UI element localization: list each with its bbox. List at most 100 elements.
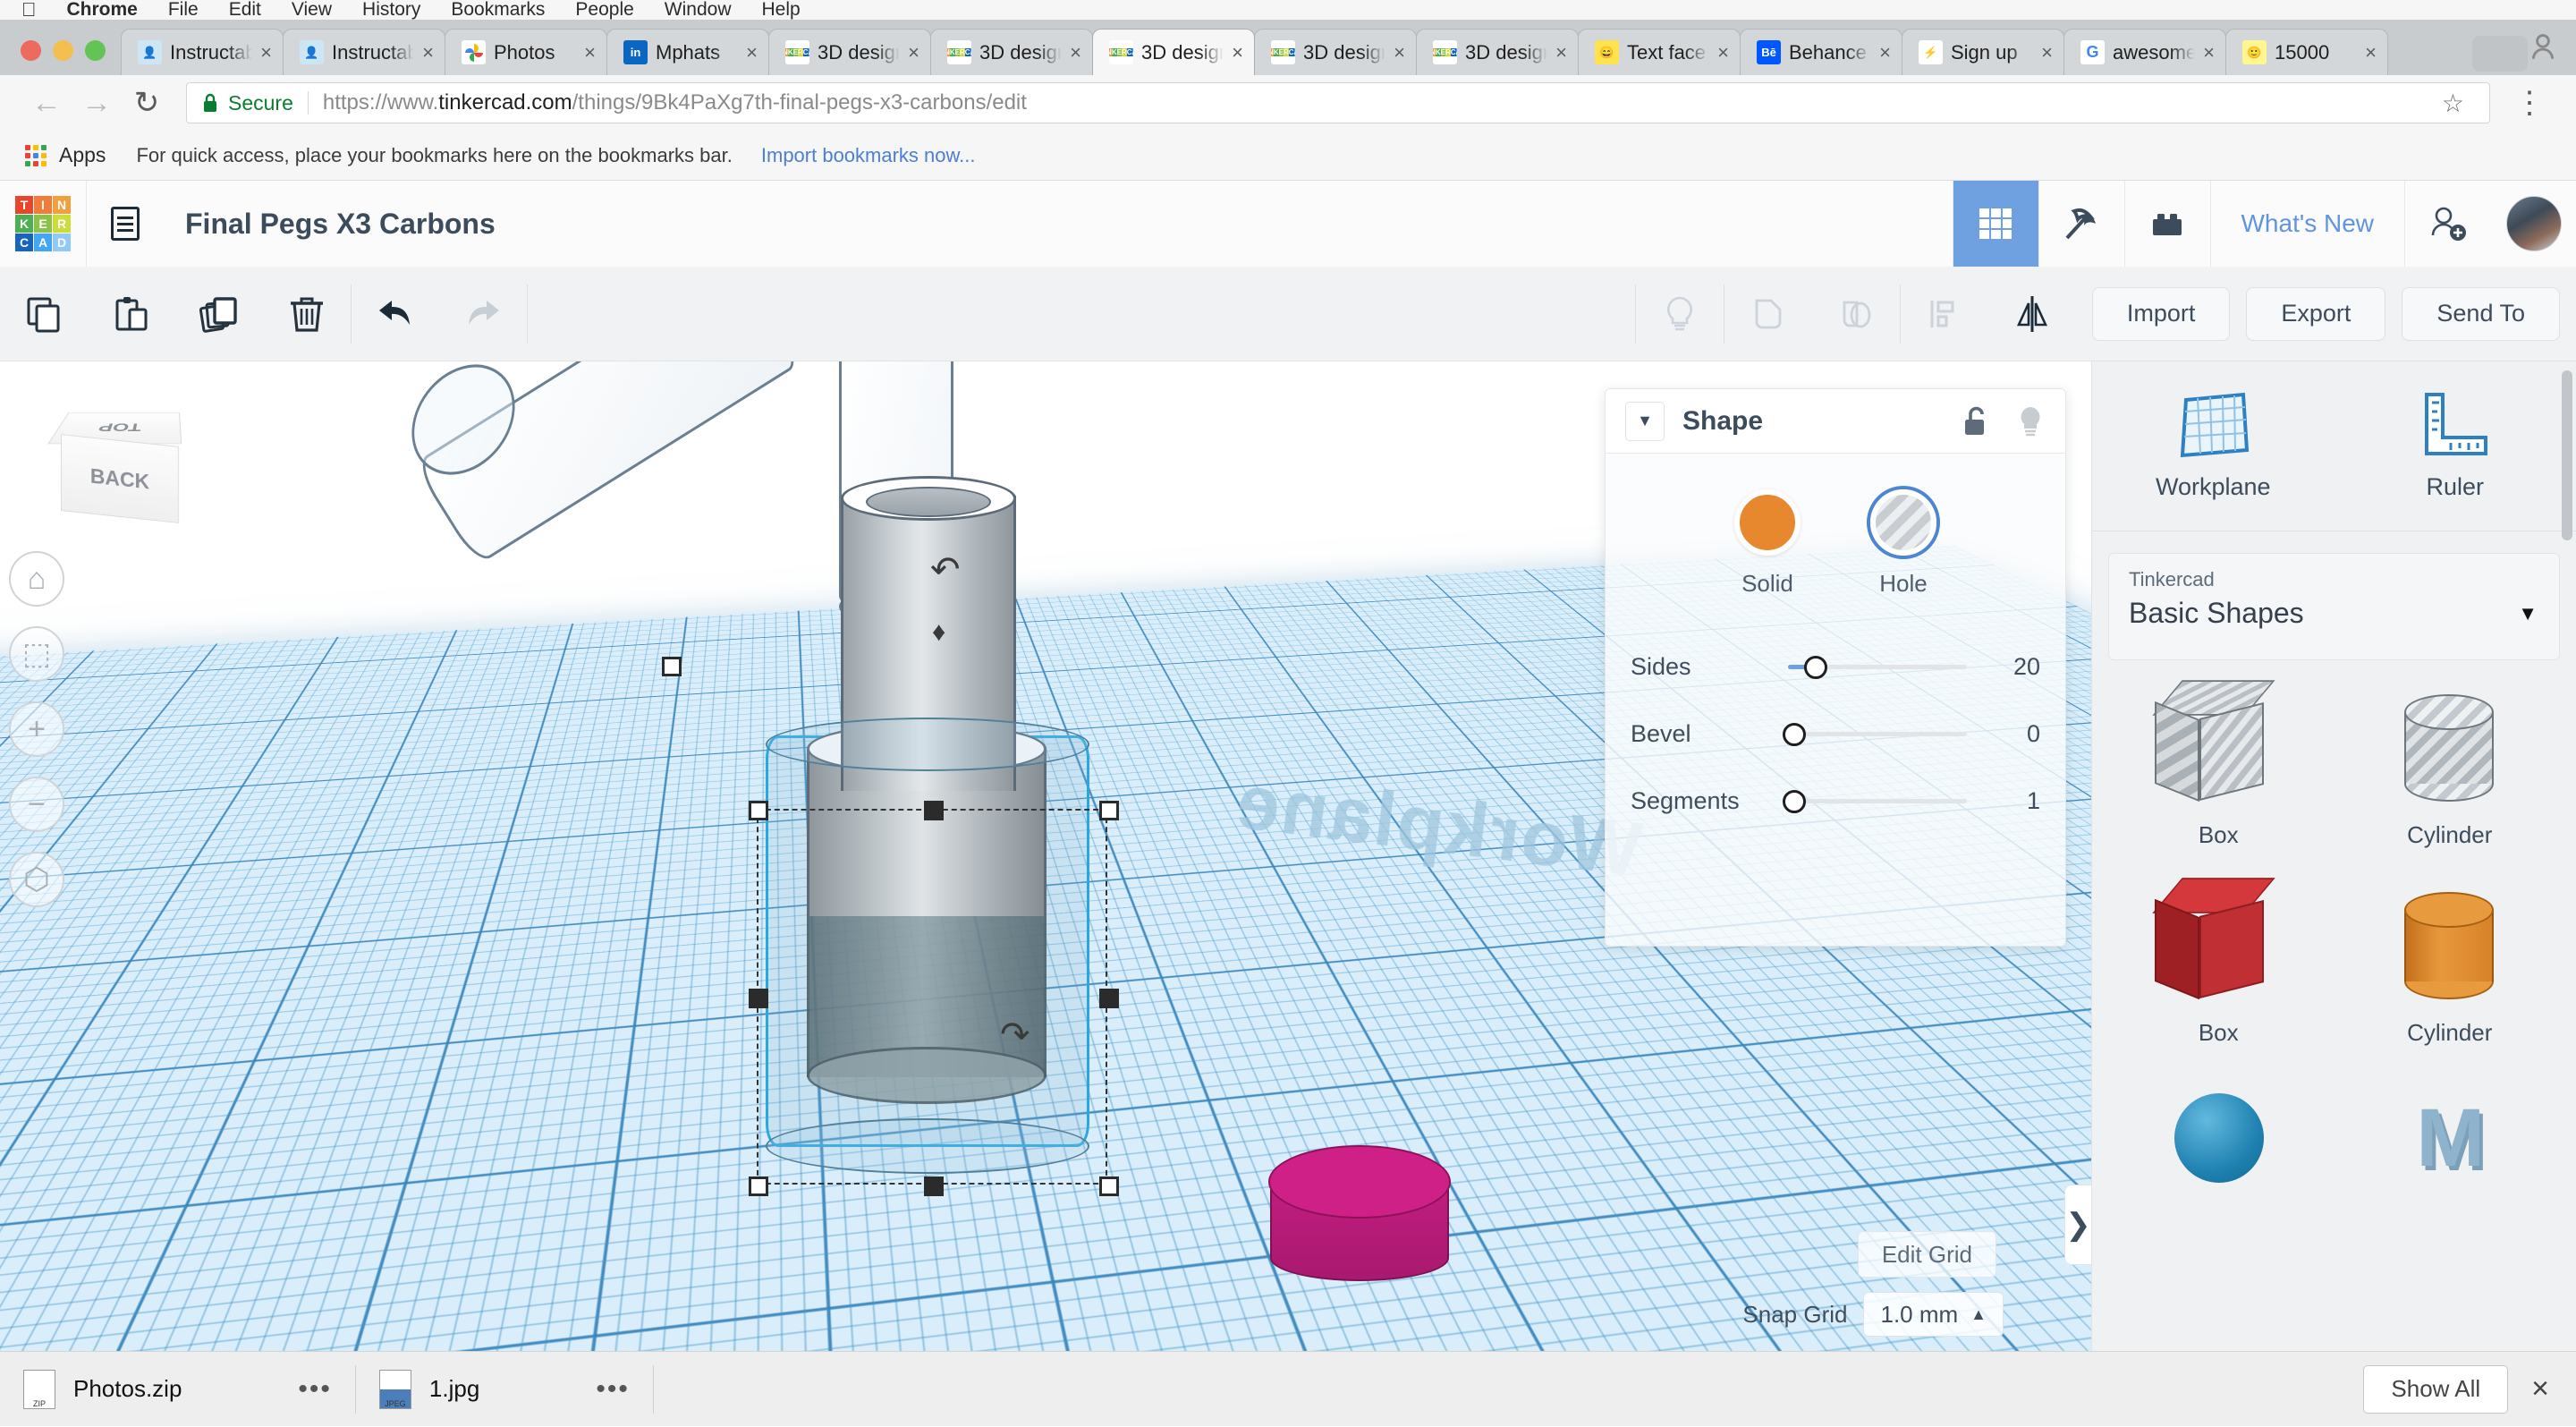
chevron-down-icon[interactable]: ▼	[2518, 602, 2538, 625]
chrome-menu-button[interactable]: ⋮	[2504, 78, 2555, 128]
download-filename[interactable]: 1.jpg	[429, 1375, 479, 1403]
selection-handle[interactable]	[749, 989, 768, 1008]
browser-tab[interactable]: TINKERCAD3D design×	[768, 29, 931, 75]
height-handle-icon[interactable]: ♦	[932, 617, 945, 648]
apple-menu-icon[interactable]: 	[21, 0, 37, 20]
slider-track[interactable]	[1788, 656, 1967, 679]
tab-close-icon[interactable]: ×	[422, 43, 434, 63]
selection-handle[interactable]	[749, 801, 768, 820]
project-list-button[interactable]	[87, 181, 164, 267]
show-all-downloads-button[interactable]: Show All	[2363, 1365, 2508, 1414]
add-person-icon[interactable]	[2404, 181, 2490, 267]
project-title[interactable]: Final Pegs X3 Carbons	[185, 208, 496, 241]
import-button[interactable]: Import	[2092, 287, 2231, 341]
ungroup-button[interactable]	[1812, 267, 1900, 361]
hole-pattern-circle[interactable]	[1870, 489, 1936, 556]
user-avatar[interactable]	[2506, 196, 2562, 251]
sidebar-scrollbar[interactable]	[2562, 370, 2572, 540]
slider-knob[interactable]	[1783, 790, 1806, 813]
close-window-button[interactable]	[21, 40, 41, 61]
slider-value[interactable]: 1	[1967, 787, 2040, 815]
selection-handle[interactable]	[1099, 801, 1119, 820]
hole-swatch[interactable]: Hole	[1870, 489, 1936, 598]
orthographic-toggle-button[interactable]: ⬡	[9, 852, 64, 907]
browser-tab[interactable]: BēBehance×	[1740, 29, 1902, 75]
menu-item-edit[interactable]: Edit	[229, 0, 261, 20]
address-bar[interactable]: Secure https://www.tinkercad.com/things/…	[186, 82, 2490, 123]
delete-button[interactable]	[263, 267, 351, 361]
shape-item-blue-sphere[interactable]	[2103, 1072, 2334, 1217]
tab-close-icon[interactable]: ×	[2203, 43, 2215, 63]
download-item[interactable]: JPEG 1.jpg •••	[356, 1352, 653, 1427]
inspector-collapse-button[interactable]: ▼	[1625, 402, 1665, 441]
browser-tab[interactable]: Photos×	[445, 29, 607, 75]
edit-grid-button[interactable]: Edit Grid	[1858, 1231, 1996, 1278]
slider-value[interactable]: 0	[1967, 720, 2040, 748]
new-tab-button[interactable]	[2472, 36, 2528, 72]
navcube-front-face[interactable]: BACK	[61, 434, 179, 523]
tab-close-icon[interactable]: ×	[2041, 43, 2053, 63]
menu-item-people[interactable]: People	[575, 0, 633, 20]
browser-tab[interactable]: Gawesome×	[2063, 29, 2226, 75]
tab-close-icon[interactable]: ×	[1555, 43, 1567, 63]
back-button[interactable]: ←	[21, 78, 72, 128]
solid-swatch[interactable]: Solid	[1734, 489, 1801, 598]
browser-tab[interactable]: inMphats×	[606, 29, 769, 75]
apps-label[interactable]: Apps	[59, 143, 106, 167]
browser-tab[interactable]: TINKERCAD3D design×	[1416, 29, 1579, 75]
paste-button[interactable]	[88, 267, 175, 361]
maximize-window-button[interactable]	[85, 40, 106, 61]
zoom-in-button[interactable]: +	[9, 701, 64, 757]
rotate-handle-icon[interactable]: ↷	[1000, 1015, 1030, 1056]
shape-category-select[interactable]: Tinkercad Basic Shapes ▼	[2108, 553, 2560, 660]
slider-track[interactable]	[1788, 790, 1967, 813]
shape-item-red-box[interactable]: Box	[2103, 874, 2334, 1047]
selection-bounding-box[interactable]	[757, 809, 1107, 1185]
viewport-selected-hole-top[interactable]	[766, 718, 1089, 771]
tab-close-icon[interactable]: ×	[1879, 43, 1891, 63]
lego-brick-icon[interactable]	[2124, 181, 2210, 267]
selection-handle[interactable]	[1099, 989, 1119, 1008]
workplane-tool[interactable]: Workplane	[2092, 361, 2334, 531]
selection-handle-top[interactable]	[662, 657, 682, 676]
menu-item-chrome[interactable]: Chrome	[67, 0, 138, 20]
lightbulb-icon[interactable]	[2015, 404, 2046, 438]
menu-item-window[interactable]: Window	[665, 0, 732, 20]
copy-button[interactable]	[0, 267, 88, 361]
browser-tab[interactable]: 👤Instructables×	[121, 29, 284, 75]
minecraft-pickaxe-icon[interactable]	[2038, 181, 2124, 267]
snap-grid-select[interactable]: 1.0 mm ▲	[1863, 1292, 2004, 1337]
fit-to-view-button[interactable]: ⬚	[9, 626, 64, 682]
tab-close-icon[interactable]: ×	[260, 43, 272, 63]
viewport-magenta-cylinder-top[interactable]	[1268, 1145, 1451, 1219]
export-button[interactable]: Export	[2246, 287, 2385, 341]
shape-item-orange-cylinder[interactable]: Cylinder	[2334, 874, 2566, 1047]
tab-close-icon[interactable]: ×	[2365, 43, 2377, 63]
shape-item-hole-box[interactable]: Box	[2103, 676, 2334, 849]
menu-item-history[interactable]: History	[362, 0, 420, 20]
zoom-out-button[interactable]: −	[9, 777, 64, 832]
grid-view-icon[interactable]	[1953, 181, 2038, 267]
tab-close-icon[interactable]: ×	[1394, 43, 1405, 63]
duplicate-button[interactable]	[175, 267, 263, 361]
browser-tab[interactable]: 👤Instructables×	[283, 29, 445, 75]
apps-grid-icon[interactable]	[25, 145, 47, 166]
browser-tab[interactable]: 🙂15000×	[2225, 29, 2388, 75]
import-bookmarks-link[interactable]: Import bookmarks now...	[761, 144, 976, 167]
tinkercad-logo[interactable]: TINKERCAD	[0, 181, 86, 267]
browser-tab[interactable]: TINKERCAD3D design×	[1092, 29, 1255, 75]
browser-tab[interactable]: 😄Text face×	[1578, 29, 1741, 75]
solid-color-circle[interactable]	[1734, 489, 1801, 556]
download-item[interactable]: ZIP Photos.zip •••	[0, 1352, 355, 1427]
view-navigation-cube[interactable]: TOP BACK	[43, 397, 204, 531]
download-menu-button[interactable]: •••	[596, 1374, 630, 1405]
menu-item-help[interactable]: Help	[762, 0, 801, 20]
mirror-button[interactable]	[1988, 267, 2076, 361]
menu-item-view[interactable]: View	[292, 0, 332, 20]
minimize-window-button[interactable]	[53, 40, 73, 61]
unlock-icon[interactable]	[1960, 404, 1992, 438]
undo-button[interactable]	[352, 267, 439, 361]
note-lightbulb-icon[interactable]	[1636, 267, 1724, 361]
ruler-tool[interactable]: Ruler	[2334, 361, 2576, 531]
selection-handle[interactable]	[1099, 1176, 1119, 1196]
